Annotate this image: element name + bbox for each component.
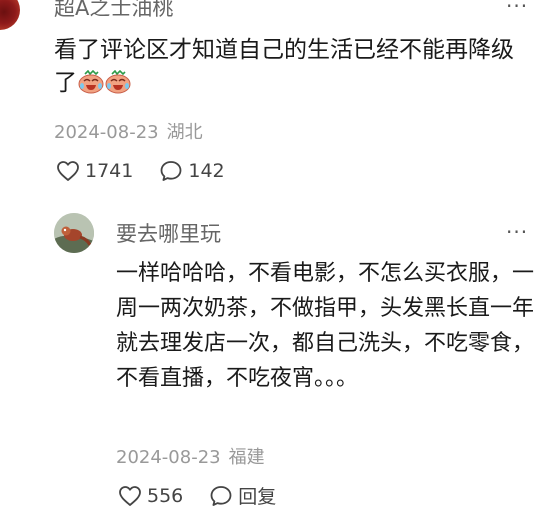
more-dots-icon[interactable]: ··· — [506, 222, 528, 242]
comment-actions: 1741 142 — [56, 160, 251, 182]
avatar[interactable] — [0, 0, 20, 30]
username[interactable]: 超A之士油桃 — [54, 0, 173, 22]
like-button[interactable]: 556 — [118, 485, 183, 507]
avatar[interactable] — [54, 213, 94, 253]
reply-button[interactable]: 142 — [159, 160, 225, 182]
speech-bubble-icon — [160, 161, 182, 181]
comment-text: 看了评论区才知道自己的生活已经不能再降级了 — [54, 34, 524, 100]
heart-outline-icon — [57, 161, 79, 181]
comment-meta: 2024-08-23 福建 — [116, 443, 265, 469]
comment-date: 2024-08-23 — [54, 122, 159, 143]
speech-bubble-icon — [210, 485, 232, 506]
comment-location: 湖北 — [166, 122, 203, 143]
comment-text: 一样哈哈哈，不看电影，不怎么买衣服，一周一两次奶茶，不做指甲，头发黑长直一年就去… — [116, 261, 535, 391]
more-dots-icon[interactable]: ··· — [506, 0, 528, 16]
crying-laughing-emoji-icon — [105, 70, 131, 94]
like-count: 556 — [147, 484, 184, 507]
like-count: 1741 — [85, 160, 134, 182]
comment-meta: 2024-08-23 湖北 — [54, 118, 203, 144]
username[interactable]: 要去哪里玩 — [116, 218, 221, 248]
reply-label: 回复 — [238, 486, 277, 508]
avatar-image — [54, 213, 94, 253]
reply-count: 142 — [188, 160, 225, 182]
comment-actions: 556 回复 — [118, 482, 302, 509]
comment-date: 2024-08-23 — [116, 447, 221, 468]
reply-button[interactable]: 回复 — [209, 482, 276, 509]
comment-location: 福建 — [228, 447, 265, 468]
like-button[interactable]: 1741 — [56, 160, 133, 182]
heart-outline-icon — [119, 485, 141, 506]
crying-laughing-emoji-icon — [78, 70, 104, 94]
